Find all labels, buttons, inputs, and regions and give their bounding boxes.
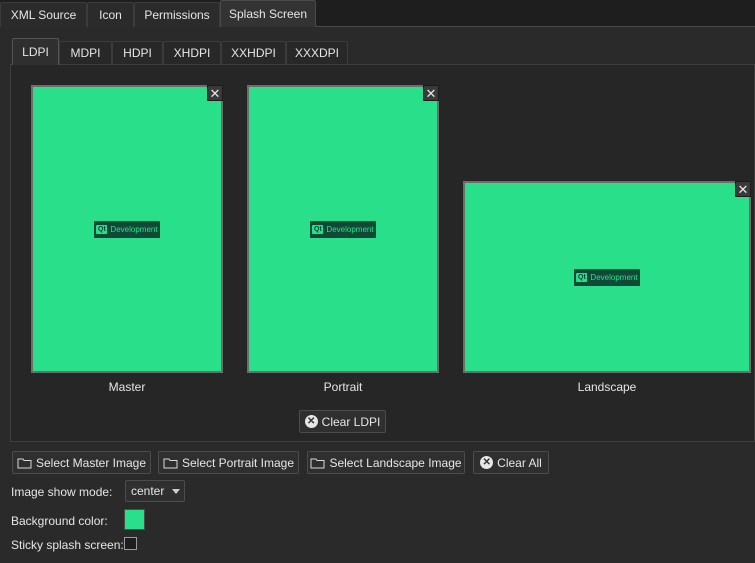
remove-landscape-image-button[interactable]: ✕ <box>735 181 751 197</box>
remove-portrait-image-button[interactable]: ✕ <box>423 85 439 101</box>
close-icon: ✕ <box>737 181 749 197</box>
tab-xml-source[interactable]: XML Source <box>0 2 87 27</box>
circle-x-icon: ✕ <box>304 415 318 428</box>
qt-development-logo: Qt Development <box>94 220 160 238</box>
clear-all-button[interactable]: ✕ Clear All <box>473 451 549 474</box>
qt-logo-icon: Qt <box>576 272 588 282</box>
landscape-image-preview[interactable]: Qt Development <box>463 181 751 373</box>
tab-mdpi[interactable]: MDPI <box>59 41 112 64</box>
select-master-image-button[interactable]: Select Master Image <box>12 451 151 474</box>
circle-x-icon: ✕ <box>480 456 494 469</box>
close-icon: ✕ <box>425 85 437 101</box>
qt-logo-icon: Qt <box>96 224 108 234</box>
background-color-swatch[interactable] <box>124 509 145 530</box>
editor-tab-bar: XML Source Icon Permissions Splash Scree… <box>0 0 755 27</box>
qt-logo-icon: Qt <box>312 224 324 234</box>
portrait-image-preview[interactable]: Qt Development <box>247 85 439 373</box>
qt-development-logo: Qt Development <box>310 220 376 238</box>
chevron-down-icon <box>172 488 181 494</box>
tab-ldpi[interactable]: LDPI <box>12 38 59 65</box>
clear-ldpi-button[interactable]: ✕ Clear LDPI <box>299 410 386 433</box>
image-show-mode-label: Image show mode: <box>11 485 113 499</box>
tab-hdpi[interactable]: HDPI <box>112 41 163 64</box>
background-color-label: Background color: <box>11 514 108 528</box>
sticky-splash-screen-label: Sticky splash screen: <box>11 538 124 552</box>
select-landscape-image-button[interactable]: Select Landscape Image <box>307 451 465 474</box>
close-icon: ✕ <box>209 85 221 101</box>
portrait-label: Portrait <box>323 380 363 394</box>
tab-splash-screen[interactable]: Splash Screen <box>220 0 316 27</box>
landscape-label: Landscape <box>577 380 637 394</box>
tab-xxhdpi[interactable]: XXHDPI <box>221 41 286 64</box>
tab-xxxdpi[interactable]: XXXDPI <box>286 41 348 64</box>
master-label: Master <box>108 380 146 394</box>
remove-master-image-button[interactable]: ✕ <box>207 85 223 101</box>
master-image-preview[interactable]: Qt Development <box>31 85 223 373</box>
tab-permissions[interactable]: Permissions <box>134 2 220 27</box>
folder-icon <box>163 458 178 468</box>
sticky-splash-screen-checkbox[interactable] <box>124 537 137 550</box>
select-portrait-image-button[interactable]: Select Portrait Image <box>158 451 299 474</box>
image-show-mode-select[interactable]: center <box>125 480 185 502</box>
folder-icon <box>310 458 325 468</box>
tab-icon[interactable]: Icon <box>87 2 134 27</box>
qt-development-logo: Qt Development <box>574 268 640 286</box>
tab-xhdpi[interactable]: XHDPI <box>163 41 221 64</box>
folder-icon <box>17 458 32 468</box>
